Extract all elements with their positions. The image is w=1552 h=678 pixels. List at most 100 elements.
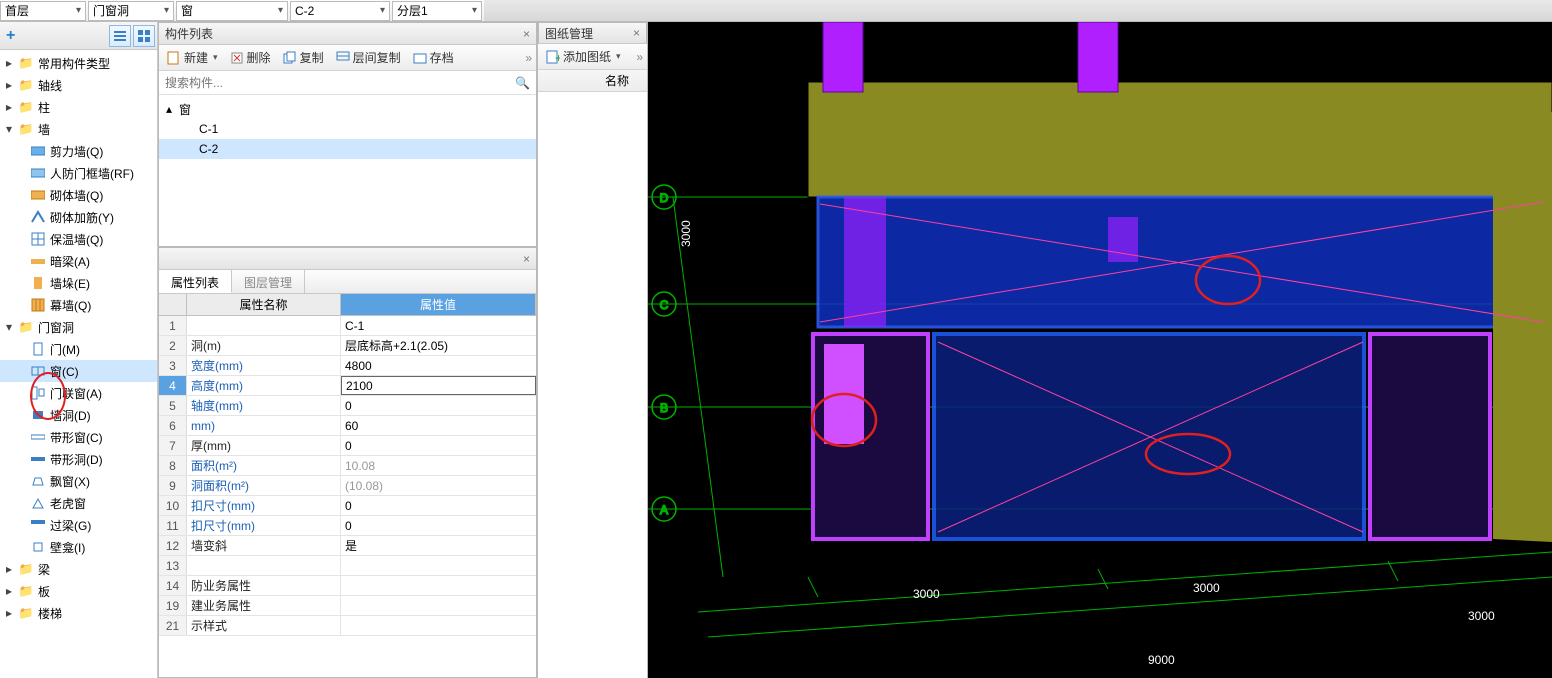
tree-dormer[interactable]: 老虎窗 [0, 492, 157, 514]
close-icon[interactable]: × [523, 252, 530, 266]
curtain-icon [30, 297, 46, 313]
property-row[interactable]: 9洞面积(m²)(10.08) [159, 476, 536, 496]
tab-properties[interactable]: 属性列表 [159, 270, 232, 293]
property-row[interactable]: 2洞(m)层底标高+2.1(2.05) [159, 336, 536, 356]
property-row[interactable]: 3宽度(mm)4800 [159, 356, 536, 376]
chevron-down-icon: ▾ [164, 5, 169, 16]
tree-door[interactable]: 门(M) [0, 338, 157, 360]
archive-button[interactable]: 存档 [409, 47, 458, 69]
property-row[interactable]: 12墙变斜是 [159, 536, 536, 556]
svg-text:9000: 9000 [1148, 653, 1175, 667]
delete-button[interactable]: 删除 [226, 47, 275, 69]
layer-combo[interactable]: 分层1▾ [392, 1, 482, 21]
svg-text:+: + [555, 51, 560, 64]
property-row[interactable]: 11扣尺寸(mm)0 [159, 516, 536, 536]
tree-doorwindow[interactable]: 门联窗(A) [0, 382, 157, 404]
tree-opening[interactable]: ▾📁门窗洞 [0, 316, 157, 338]
tree-slab[interactable]: ▸📁板 [0, 580, 157, 602]
rebar-icon [30, 209, 46, 225]
property-panel: × 属性列表 图层管理 属性名称 属性值 1C-12洞(m)层底标高+2.1(2… [158, 247, 537, 678]
property-row[interactable]: 4高度(mm)2100 [159, 376, 536, 396]
floorcopy-button[interactable]: 层间复制 [332, 47, 405, 69]
plus-icon[interactable]: + [2, 27, 19, 45]
viewport-svg: D C B A [648, 22, 1552, 678]
svg-text:3000: 3000 [679, 220, 693, 247]
component-type-tree[interactable]: ▸📁常用构件类型 ▸📁轴线 ▸📁柱 ▾📁墙 剪力墙(Q) 人防门框墙(RF) 砌… [0, 50, 157, 678]
tree-block-wall[interactable]: 砌体墙(Q) [0, 184, 157, 206]
wall-icon [30, 143, 46, 159]
copy-button[interactable]: 复制 [279, 47, 328, 69]
property-row[interactable]: 21示样式 [159, 616, 536, 636]
search-icon[interactable]: 🔍 [515, 76, 530, 90]
comp-root[interactable]: ▴窗 [159, 99, 536, 119]
tree-shear-wall[interactable]: 剪力墙(Q) [0, 140, 157, 162]
property-row[interactable]: 7厚(mm)0 [159, 436, 536, 456]
component-tree[interactable]: ▴窗 C-1 C-2 [159, 95, 536, 246]
property-grid[interactable]: 1C-12洞(m)层底标高+2.1(2.05)3宽度(mm)48004高度(mm… [159, 316, 536, 677]
tree-window[interactable]: 窗(C) [0, 360, 157, 382]
comp-c1[interactable]: C-1 [159, 119, 536, 139]
lintel-icon [30, 517, 46, 533]
tree-baywindow[interactable]: 飘窗(X) [0, 470, 157, 492]
property-row[interactable]: 8面积(m²)10.08 [159, 456, 536, 476]
tree-stair[interactable]: ▸📁楼梯 [0, 602, 157, 624]
view-grid-button[interactable] [133, 25, 155, 47]
more-icon[interactable]: » [636, 50, 643, 64]
tree-striphole[interactable]: 带形洞(D) [0, 448, 157, 470]
property-row[interactable]: 10扣尺寸(mm)0 [159, 496, 536, 516]
stripwin-icon [30, 429, 46, 445]
chevron-down-icon: ▾ [380, 5, 385, 16]
property-row[interactable]: 6mm)60 [159, 416, 536, 436]
tree-insul-wall[interactable]: 保温墙(Q) [0, 228, 157, 250]
chevron-down-icon: ▾ [76, 5, 81, 16]
category1-combo[interactable]: 门窗洞▾ [88, 1, 174, 21]
category2-combo[interactable]: 窗▾ [176, 1, 288, 21]
close-icon[interactable]: × [633, 26, 640, 40]
tree-reinf[interactable]: 砌体加筋(Y) [0, 206, 157, 228]
close-icon[interactable]: × [523, 27, 530, 41]
search-input[interactable] [165, 76, 515, 90]
folder-icon: 📁 [18, 99, 34, 115]
left-nav-panel: + ▸📁常用构件类型 ▸📁轴线 ▸📁柱 ▾📁墙 剪力墙(Q) 人防门框墙(RF)… [0, 22, 158, 678]
svg-text:3000: 3000 [1193, 581, 1220, 595]
3d-viewport[interactable]: D C B A [648, 22, 1552, 678]
tree-rf-wall[interactable]: 人防门框墙(RF) [0, 162, 157, 184]
tree-niche[interactable]: 壁龛(I) [0, 536, 157, 558]
tree-lintel[interactable]: 过梁(G) [0, 514, 157, 536]
drawings-col-name: 名称 [538, 70, 647, 92]
property-row[interactable]: 14防业务属性 [159, 576, 536, 596]
add-drawing-button[interactable]: +添加图纸▾ [542, 46, 625, 68]
tree-axis[interactable]: ▸📁轴线 [0, 74, 157, 96]
tree-stack[interactable]: 墙垛(E) [0, 272, 157, 294]
tree-wall[interactable]: ▾📁墙 [0, 118, 157, 140]
folder-icon: 📁 [18, 561, 34, 577]
new-button[interactable]: 新建▾ [163, 47, 222, 69]
property-row[interactable]: 19建业务属性 [159, 596, 536, 616]
tree-curtain[interactable]: 幕墙(Q) [0, 294, 157, 316]
tree-stripwin[interactable]: 带形窗(C) [0, 426, 157, 448]
col-header-name: 属性名称 [187, 294, 341, 315]
tree-beam[interactable]: ▸📁梁 [0, 558, 157, 580]
panel-title: 图纸管理 [545, 25, 593, 42]
property-row[interactable]: 13 [159, 556, 536, 576]
property-row[interactable]: 5轴度(mm)0 [159, 396, 536, 416]
beam-icon [30, 253, 46, 269]
comp-c2[interactable]: C-2 [159, 139, 536, 159]
complist-toolbar: 新建▾ 删除 复制 层间复制 存档 » [159, 45, 536, 71]
view-list-button[interactable] [109, 25, 131, 47]
tree-hidden-beam[interactable]: 暗梁(A) [0, 250, 157, 272]
tree-common[interactable]: ▸📁常用构件类型 [0, 52, 157, 74]
tab-layers[interactable]: 图层管理 [232, 270, 305, 293]
floor-combo[interactable]: 首层▾ [0, 1, 86, 21]
more-icon[interactable]: » [525, 51, 532, 65]
svg-text:D: D [660, 191, 669, 205]
tree-column[interactable]: ▸📁柱 [0, 96, 157, 118]
component-combo[interactable]: C-2▾ [290, 1, 390, 21]
doorwindow-icon [30, 385, 46, 401]
tree-wallhole[interactable]: 墙洞(D) [0, 404, 157, 426]
svg-text:A: A [660, 503, 668, 517]
svg-text:C: C [660, 298, 669, 312]
panel-title: 构件列表 [165, 25, 213, 42]
property-row[interactable]: 1C-1 [159, 316, 536, 336]
bay-icon [30, 473, 46, 489]
